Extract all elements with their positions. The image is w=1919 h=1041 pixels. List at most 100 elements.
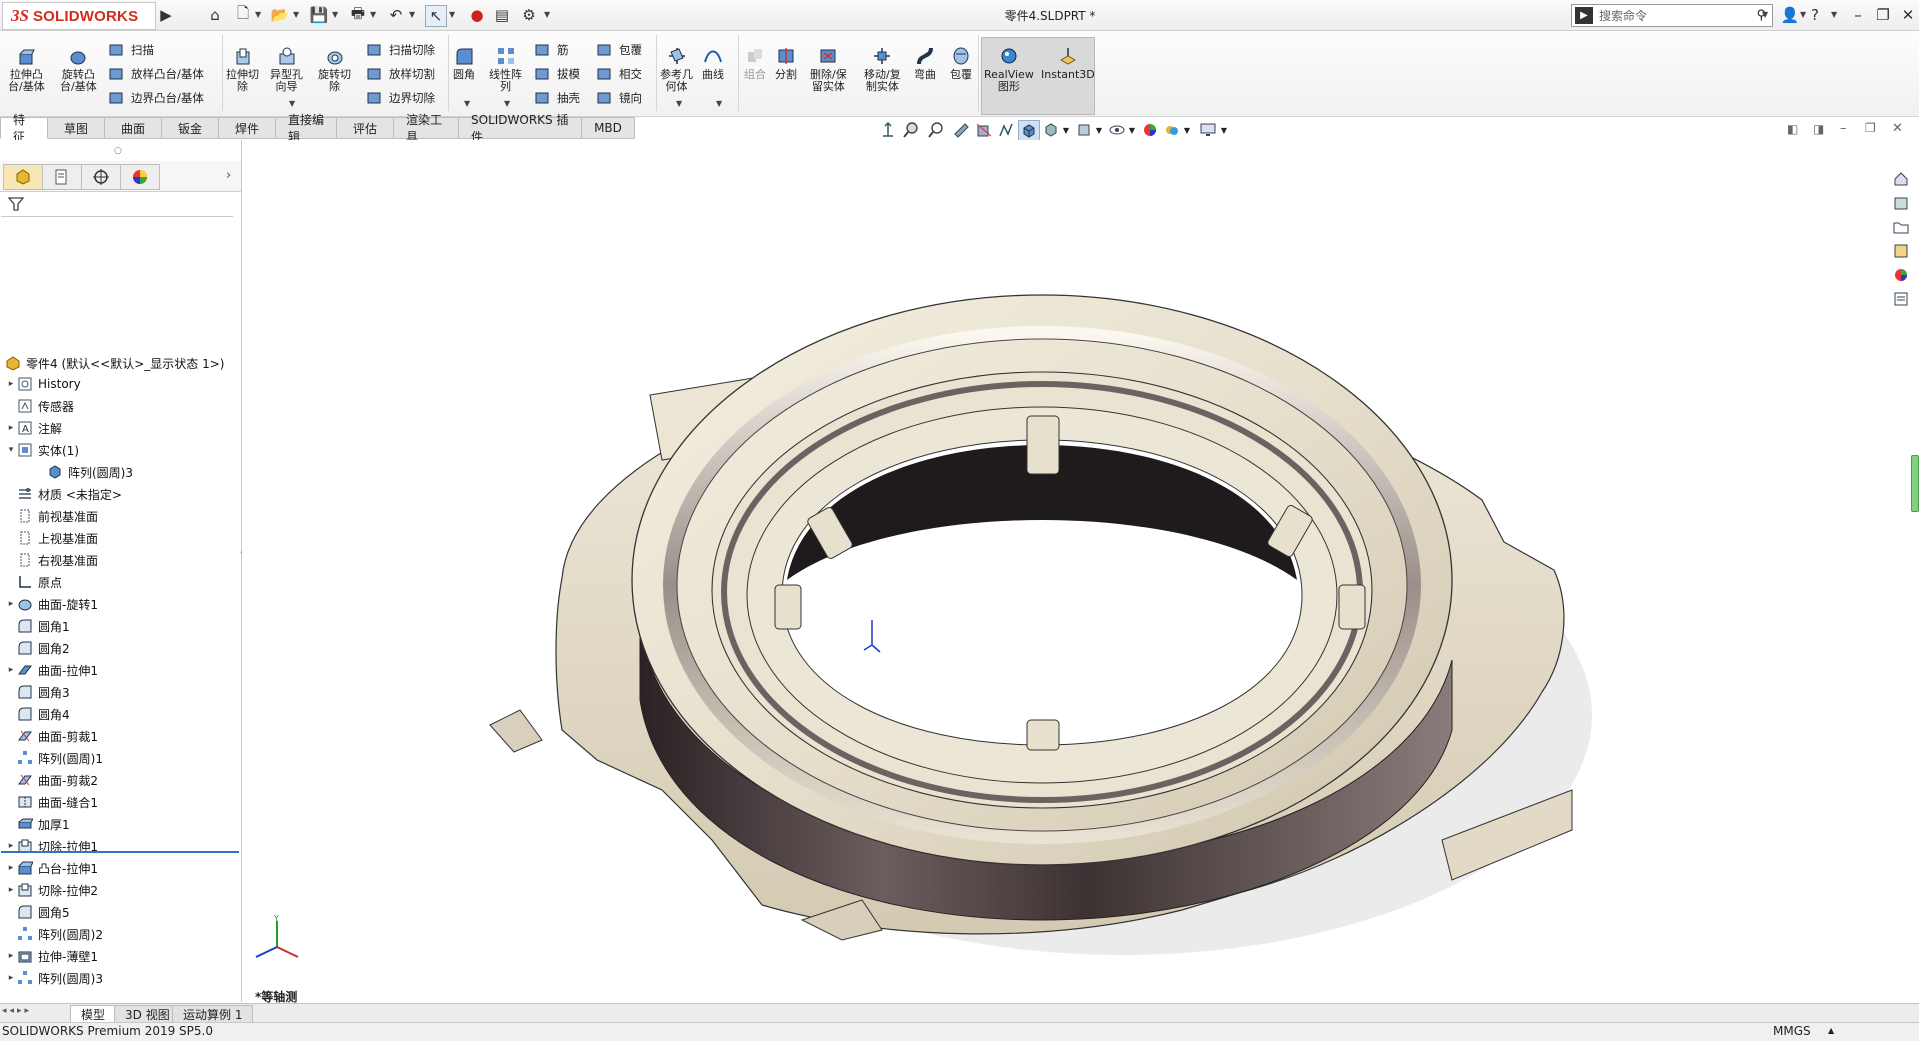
tree-item[interactable]: 材质 <未指定> xyxy=(6,483,122,505)
file-explorer-icon[interactable] xyxy=(1890,216,1912,238)
expand-arrow-icon[interactable]: ▸ xyxy=(6,973,16,983)
combine-button[interactable]: 组合 xyxy=(744,45,766,81)
tree-item[interactable]: ▸ 阵列(圆周)3 xyxy=(6,967,103,989)
tree-item[interactable]: 前视基准面 xyxy=(6,505,98,527)
tree-item[interactable]: 圆角4 xyxy=(6,703,70,725)
tab-3[interactable]: 钣金 xyxy=(162,117,219,139)
options-dropdown-icon[interactable]: ▼ xyxy=(544,10,550,19)
graphics-area[interactable]: Y xyxy=(242,140,1882,1002)
split-button[interactable]: 分割 xyxy=(775,45,797,81)
view-palette-icon[interactable] xyxy=(1890,240,1912,262)
tab-1[interactable]: 草图 xyxy=(48,117,105,139)
tab-8[interactable]: SOLIDWORKS 插件 xyxy=(459,113,582,144)
undo-dropdown-icon[interactable]: ▼ xyxy=(409,10,415,19)
draft-button[interactable]: 拔模 xyxy=(532,64,580,84)
select-dropdown-icon[interactable]: ▼ xyxy=(449,10,455,19)
solidworks-logo[interactable]: 3S SOLIDWORKS xyxy=(2,2,156,30)
tree-item[interactable]: 曲面-缝合1 xyxy=(6,791,98,813)
tree-item[interactable]: 圆角5 xyxy=(6,901,70,923)
tree-item[interactable]: 阵列(圆周)2 xyxy=(6,923,103,945)
wrap-button[interactable]: 包覆 xyxy=(594,40,642,60)
new-document-icon[interactable]: 🗋 xyxy=(233,4,253,25)
units-dropdown-icon[interactable]: ▲ xyxy=(1828,1026,1834,1035)
task-pane-scroll-handle[interactable] xyxy=(1911,455,1919,512)
configuration-manager-tab-icon[interactable] xyxy=(81,164,121,190)
revolve-boss-button[interactable]: 旋转凸 台/基体 xyxy=(60,45,97,93)
realview-button[interactable]: RealView 图形 xyxy=(984,45,1034,93)
ref-geometry-dropdown-icon[interactable]: ▼ xyxy=(676,99,682,108)
pane-splitter-dot[interactable]: ○ xyxy=(114,146,122,156)
tree-item[interactable]: 原点 xyxy=(6,571,62,593)
minimize-icon[interactable]: – xyxy=(1847,4,1869,26)
tab-5[interactable]: 直接编辑 xyxy=(276,113,337,144)
zoom-area-icon[interactable] xyxy=(926,120,946,140)
expand-arrow-icon[interactable]: ▸ xyxy=(6,841,16,851)
flex-button[interactable]: 弯曲 xyxy=(914,45,936,81)
display-style-dropdown-icon[interactable]: ▼ xyxy=(1056,120,1076,140)
loft-boss-button[interactable]: 放样凸台/基体 xyxy=(106,64,204,84)
help-dropdown-icon[interactable]: ▼ xyxy=(1831,10,1837,19)
curves-button[interactable]: 曲线 xyxy=(702,45,724,81)
tab-2[interactable]: 曲面 xyxy=(105,117,162,139)
delete-body-button[interactable]: 删除/保 留实体 xyxy=(810,45,847,93)
swept-cut-button[interactable]: 扫描切除 xyxy=(364,40,435,60)
select-arrow-icon[interactable]: ↖ xyxy=(425,5,447,27)
viewport-restore-icon[interactable]: ❐ xyxy=(1865,121,1876,135)
print-dropdown-icon[interactable]: ▼ xyxy=(370,10,376,19)
tree-item[interactable]: 曲面-剪裁2 xyxy=(6,769,98,791)
extrude-boss-button[interactable]: 拉伸凸 台/基体 xyxy=(8,45,45,93)
filter-funnel-icon[interactable] xyxy=(7,196,25,215)
property-manager-tab-icon[interactable] xyxy=(42,164,82,190)
apply-scene-icon[interactable] xyxy=(1140,120,1160,140)
tree-item[interactable]: 圆角2 xyxy=(6,637,70,659)
custom-properties-icon[interactable] xyxy=(1890,288,1912,310)
tree-item[interactable]: 右视基准面 xyxy=(6,549,98,571)
expand-arrow-icon[interactable]: ▸ xyxy=(6,885,16,895)
file-properties-icon[interactable]: ▤ xyxy=(492,5,512,25)
hide-show-dropdown-icon[interactable]: ▼ xyxy=(1089,120,1109,140)
open-document-icon[interactable]: 📂 xyxy=(270,5,290,25)
expand-arrow-icon[interactable]: ▸ xyxy=(6,379,16,389)
pane-expand-chevron-icon[interactable]: › xyxy=(226,168,231,183)
close-icon[interactable]: ✕ xyxy=(1897,4,1919,26)
tab-0[interactable]: 特征 xyxy=(0,113,48,144)
help-icon[interactable]: ? xyxy=(1804,4,1826,26)
part-model-render[interactable] xyxy=(242,140,1882,1002)
boundary-cut-button[interactable]: 边界切除 xyxy=(364,88,435,108)
print-icon[interactable]: 🖶 xyxy=(348,4,368,25)
scene-dropdown-icon[interactable]: ▼ xyxy=(1177,120,1197,140)
section-view-icon[interactable] xyxy=(974,120,994,140)
options-gear-icon[interactable]: ⚙ xyxy=(519,5,539,25)
fillet-dropdown-icon[interactable]: ▼ xyxy=(464,99,470,108)
instant3d-button[interactable]: Instant3D xyxy=(1041,45,1095,81)
undo-icon[interactable]: ↶ xyxy=(386,5,406,25)
tree-item[interactable]: ▸ 曲面-旋转1 xyxy=(6,593,98,615)
tree-item[interactable]: 阵列(圆周)1 xyxy=(6,747,103,769)
tree-item[interactable]: 曲面-剪裁1 xyxy=(6,725,98,747)
lofted-cut-button[interactable]: 放样切割 xyxy=(364,64,435,84)
hole-wizard-dropdown-icon[interactable]: ▼ xyxy=(289,99,295,108)
tab-9[interactable]: MBD xyxy=(582,117,635,139)
design-library-icon[interactable] xyxy=(1890,192,1912,214)
search-dropdown-icon[interactable]: ▼ xyxy=(1762,10,1768,19)
boundary-boss-button[interactable]: 边界凸台/基体 xyxy=(106,88,204,108)
tree-item[interactable]: ▸ History xyxy=(6,373,81,395)
new-dropdown-icon[interactable]: ▼ xyxy=(255,10,261,19)
hole-wizard-button[interactable]: 异型孔 向导 xyxy=(270,45,303,93)
tree-item[interactable]: ▸ 切除-拉伸2 xyxy=(6,879,98,901)
rib-button[interactable]: 筋 xyxy=(532,40,569,60)
appearances-icon[interactable] xyxy=(1890,264,1912,286)
tile-right-icon[interactable]: ◨ xyxy=(1813,122,1824,136)
tree-item[interactable]: ▾ 实体(1) xyxy=(6,439,79,461)
search-commands-box[interactable]: ▶ 搜索命令 ⚲ xyxy=(1571,4,1773,27)
view-orientation-anchor-icon[interactable] xyxy=(878,120,898,140)
expand-arrow-icon[interactable]: ▸ xyxy=(6,863,16,873)
extrude-cut-button[interactable]: 拉伸切 除 xyxy=(226,45,259,93)
tab-7[interactable]: 渲染工具 xyxy=(394,113,459,144)
view-settings-dropdown-icon[interactable]: ▼ xyxy=(1214,120,1234,140)
viewport-close-icon[interactable]: ✕ xyxy=(1892,121,1903,136)
tree-item[interactable]: 圆角3 xyxy=(6,681,70,703)
move-copy-button[interactable]: 移动/复 制实体 xyxy=(864,45,901,93)
user-icon[interactable]: 👤 xyxy=(1779,4,1801,26)
intersect-button[interactable]: 相交 xyxy=(594,64,642,84)
